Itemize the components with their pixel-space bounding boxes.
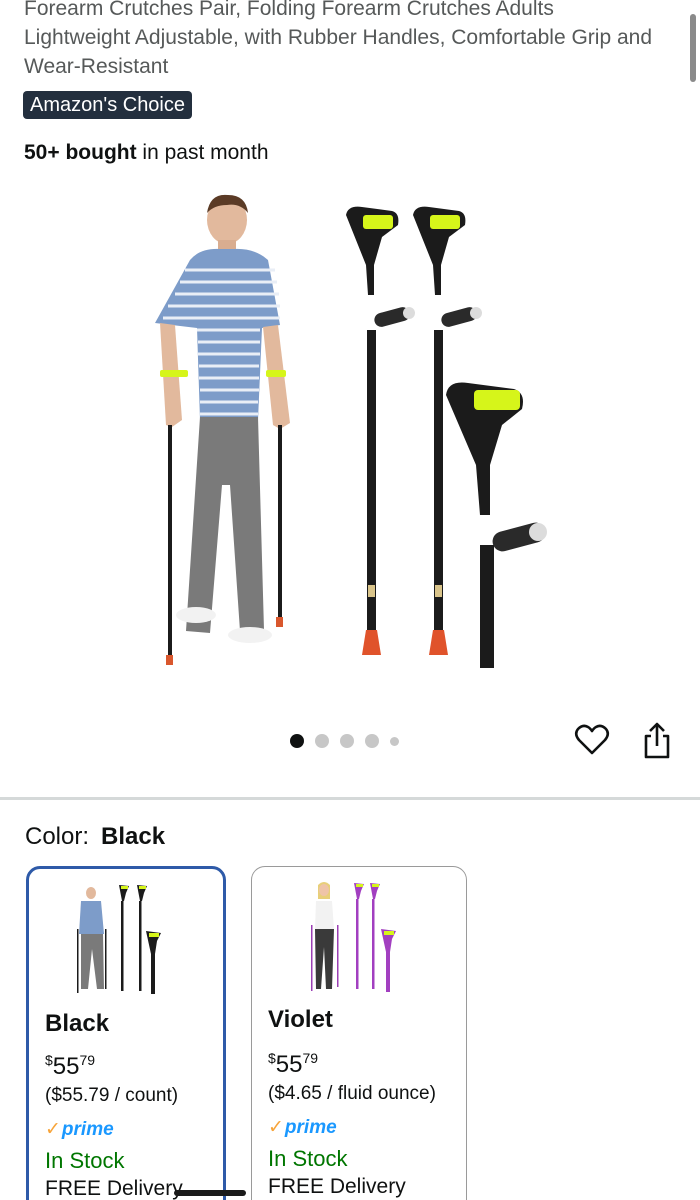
price-whole: 55 <box>52 1053 80 1080</box>
crutch-product-1 <box>346 206 415 655</box>
image-carousel-dots[interactable] <box>290 733 399 749</box>
carousel-dot[interactable] <box>315 734 329 748</box>
variant-thumbnail-black <box>77 885 161 994</box>
variant-thumbnail-violet <box>311 882 396 992</box>
scrollbar[interactable] <box>690 14 696 82</box>
section-divider <box>0 797 700 800</box>
prime-check-icon: ✓ <box>45 1119 61 1140</box>
variant-card-black[interactable]: Black $5579 ($55.79 / count) ✓prime In S… <box>26 866 226 1200</box>
color-selector-label: Color: Black <box>25 822 165 852</box>
carousel-dot[interactable] <box>390 736 399 746</box>
prime-badge: ✓prime <box>45 1117 114 1143</box>
carousel-dot[interactable] <box>365 734 379 748</box>
color-label: Color: <box>25 823 90 850</box>
variant-price: $5579 <box>45 1045 95 1082</box>
share-icon[interactable] <box>640 720 674 760</box>
stock-status: In Stock <box>268 1146 348 1171</box>
heart-icon[interactable] <box>574 722 610 758</box>
delivery-info: FREE Delivery <box>45 1177 183 1200</box>
variant-name: Violet <box>268 1006 333 1033</box>
price-symbol: $ <box>45 1052 53 1068</box>
carousel-dot[interactable] <box>340 734 354 748</box>
prime-label: prime <box>284 1117 337 1138</box>
product-main-image[interactable] <box>130 185 590 685</box>
price-whole: 55 <box>275 1051 303 1078</box>
price-symbol: $ <box>268 1050 276 1066</box>
bought-count-bold: 50+ bought <box>24 141 137 164</box>
variant-unit-price: ($4.65 / fluid ounce) <box>268 1083 436 1104</box>
prime-check-icon: ✓ <box>268 1117 284 1138</box>
variant-unit-price: ($55.79 / count) <box>45 1085 179 1106</box>
stock-status: In Stock <box>45 1148 125 1173</box>
prime-label: prime <box>61 1119 114 1140</box>
prime-badge: ✓prime <box>268 1115 337 1141</box>
carousel-dot[interactable] <box>290 734 304 748</box>
price-cents: 79 <box>79 1052 96 1068</box>
product-title: Forearm Crutches Pair, Folding Forearm C… <box>24 0 653 78</box>
bought-count: 50+ bought in past month <box>24 139 269 167</box>
crutch-product-3 <box>446 382 547 668</box>
variant-price: $5579 <box>268 1043 318 1080</box>
selected-color: Black <box>101 823 166 850</box>
price-cents: 79 <box>302 1050 319 1066</box>
amazons-choice-badge: Amazon's Choice <box>23 91 192 119</box>
home-indicator[interactable] <box>174 1190 246 1196</box>
delivery-info: FREE Delivery <box>268 1175 406 1198</box>
bought-count-rest: in past month <box>136 141 269 164</box>
variant-card-violet[interactable]: Violet $5579 ($4.65 / fluid ounce) ✓prim… <box>251 866 467 1200</box>
person-figure <box>155 194 290 665</box>
variant-name: Black <box>45 1010 110 1037</box>
